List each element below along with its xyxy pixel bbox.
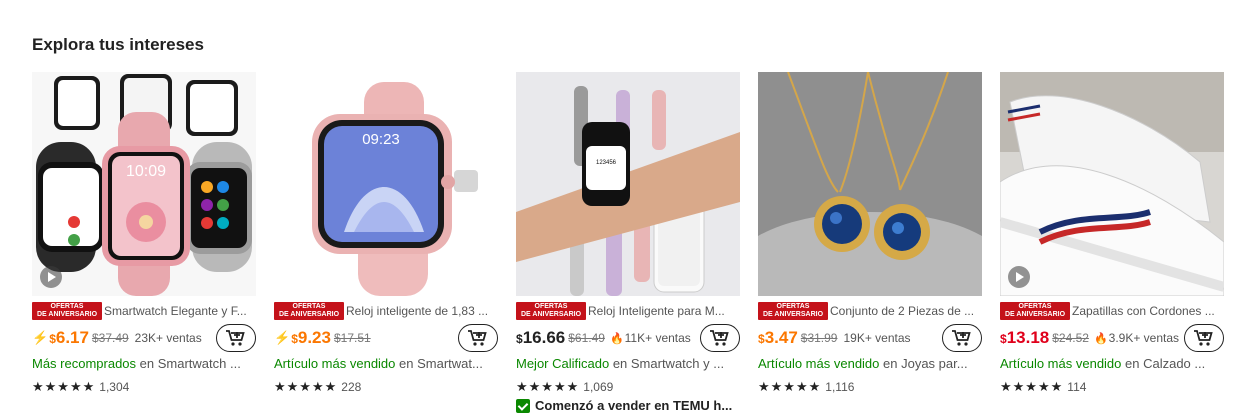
original-price: $31.99 xyxy=(800,331,838,345)
flame-icon: 🔥 xyxy=(609,332,624,345)
product-title[interactable]: Zapatillas con Cordones ... xyxy=(1072,304,1215,318)
ranking-text[interactable]: Artículo más vendido en Smartwat... xyxy=(274,356,498,374)
product-title-row[interactable]: OFERTAS DE ANIVERSARIO Zapatillas con Cor… xyxy=(1000,301,1224,321)
price: $3.47 xyxy=(758,328,798,347)
product-image[interactable] xyxy=(758,72,982,296)
play-video-icon[interactable] xyxy=(1008,266,1030,288)
ranking-text[interactable]: Mejor Calificado en Smartwatch y ... xyxy=(516,356,740,374)
ranking-text[interactable]: Más recomprados en Smartwatch ... xyxy=(32,356,256,374)
add-to-cart-button[interactable] xyxy=(1184,324,1224,352)
review-count: 228 xyxy=(341,380,362,394)
product-image[interactable] xyxy=(1000,72,1224,296)
anniversary-badge: OFERTAS DE ANIVERSARIO xyxy=(32,302,102,320)
star-rating-icon: ★★★★★ xyxy=(1000,379,1064,394)
rating: ★★★★★ 1,069 xyxy=(516,378,740,396)
ranking-text[interactable]: Artículo más vendido en Joyas par... xyxy=(758,356,982,374)
product-title[interactable]: Conjunto de 2 Piezas de ... xyxy=(830,304,974,318)
price-row: $3.47 $31.99 19K+ ventas xyxy=(758,323,982,353)
original-price: $37.49 xyxy=(91,331,129,345)
sales-count: 19K+ ventas xyxy=(843,331,911,345)
product-card[interactable]: 10:09 OFERTAS DE ANIVERSARIO Smartwatch E… xyxy=(32,72,256,396)
svg-text:10:09: 10:09 xyxy=(126,163,166,180)
product-image[interactable]: 09:23 xyxy=(274,72,498,296)
product-title[interactable]: Reloj inteligente de 1,83 ... xyxy=(346,304,488,318)
cart-icon xyxy=(468,330,487,346)
section-title: Explora tus intereses xyxy=(32,35,204,54)
original-price: $61.49 xyxy=(568,331,605,345)
price-row: ⚡ $9.23 $17.51 xyxy=(274,323,498,353)
price: $9.23 xyxy=(291,328,331,347)
review-count: 114 xyxy=(1067,380,1087,394)
product-card[interactable]: 123456 OFERTAS DE ANIVERSARIO Reloj Intel… xyxy=(516,72,740,413)
ranking-text[interactable]: Artículo más vendido en Calzado ... xyxy=(1000,356,1224,374)
product-title[interactable]: Smartwatch Elegante y F... xyxy=(104,304,247,318)
add-to-cart-button[interactable] xyxy=(700,324,740,352)
sales-count: 11K+ ventas xyxy=(624,331,691,345)
cart-icon xyxy=(226,330,245,346)
price: $16.66 xyxy=(516,328,566,347)
price-row: $16.66 $61.49 🔥 11K+ ventas xyxy=(516,323,740,353)
lightning-icon: ⚡ xyxy=(274,330,291,345)
review-count: 1,116 xyxy=(825,380,855,394)
rating: ★★★★★ 114 xyxy=(1000,378,1224,396)
anniversary-badge: OFERTAS DE ANIVERSARIO xyxy=(758,302,828,320)
product-title-row[interactable]: OFERTAS DE ANIVERSARIO Smartwatch Elegant… xyxy=(32,301,256,321)
calendar-check-icon xyxy=(516,398,530,413)
original-price: $17.51 xyxy=(333,331,371,345)
star-rating-icon: ★★★★★ xyxy=(516,379,580,394)
original-price: $24.52 xyxy=(1052,331,1089,345)
price: $6.17 xyxy=(49,328,89,347)
svg-text:123456: 123456 xyxy=(596,160,617,166)
star-rating-icon: ★★★★★ xyxy=(758,379,822,394)
review-count: 1,069 xyxy=(583,380,614,394)
add-to-cart-button[interactable] xyxy=(216,324,256,352)
price-row: ⚡ $6.17 $37.49 23K+ ventas xyxy=(32,323,256,353)
rating: ★★★★★ 1,304 xyxy=(32,378,256,396)
product-card[interactable]: OFERTAS DE ANIVERSARIO Conjunto de 2 Piez… xyxy=(758,72,982,396)
product-title-row[interactable]: OFERTAS DE ANIVERSARIO Reloj Inteligente … xyxy=(516,301,740,321)
sales-count: 3.9K+ ventas xyxy=(1108,331,1180,345)
product-title-row[interactable]: OFERTAS DE ANIVERSARIO Reloj inteligente … xyxy=(274,301,498,321)
anniversary-badge: OFERTAS DE ANIVERSARIO xyxy=(274,302,344,320)
price-row: $13.18 $24.52 🔥 3.9K+ ventas xyxy=(1000,323,1224,353)
anniversary-badge: OFERTAS DE ANIVERSARIO xyxy=(1000,302,1070,320)
product-title[interactable]: Reloj Inteligente para M... xyxy=(588,304,725,318)
star-rating-icon: ★★★★★ xyxy=(32,379,96,394)
lightning-icon: ⚡ xyxy=(32,330,49,345)
play-video-icon[interactable] xyxy=(40,266,62,288)
rating: ★★★★★ 1,116 xyxy=(758,378,982,396)
product-image[interactable]: 123456 xyxy=(516,72,740,296)
price: $13.18 xyxy=(1000,328,1050,347)
add-to-cart-button[interactable] xyxy=(458,324,498,352)
cart-icon xyxy=(710,330,729,346)
svg-text:09:23: 09:23 xyxy=(362,131,400,148)
product-card[interactable]: 09:23 OFERTAS DE ANIVERSARIO Reloj inteli… xyxy=(274,72,498,396)
add-to-cart-button[interactable] xyxy=(942,324,982,352)
review-count: 1,304 xyxy=(99,380,130,394)
cart-icon xyxy=(952,330,971,346)
product-title-row[interactable]: OFERTAS DE ANIVERSARIO Conjunto de 2 Piez… xyxy=(758,301,982,321)
product-image[interactable]: 10:09 xyxy=(32,72,256,296)
rating: ★★★★★ 228 xyxy=(274,378,498,396)
star-rating-icon: ★★★★★ xyxy=(274,379,338,394)
new-seller-notice: Comenzó a vender en TEMU h... xyxy=(516,398,740,413)
anniversary-badge: OFERTAS DE ANIVERSARIO xyxy=(516,302,586,320)
flame-icon: 🔥 xyxy=(1093,332,1108,345)
cart-icon xyxy=(1194,330,1213,346)
sales-count: 23K+ ventas xyxy=(134,331,202,345)
product-card[interactable]: OFERTAS DE ANIVERSARIO Zapatillas con Cor… xyxy=(1000,72,1224,396)
